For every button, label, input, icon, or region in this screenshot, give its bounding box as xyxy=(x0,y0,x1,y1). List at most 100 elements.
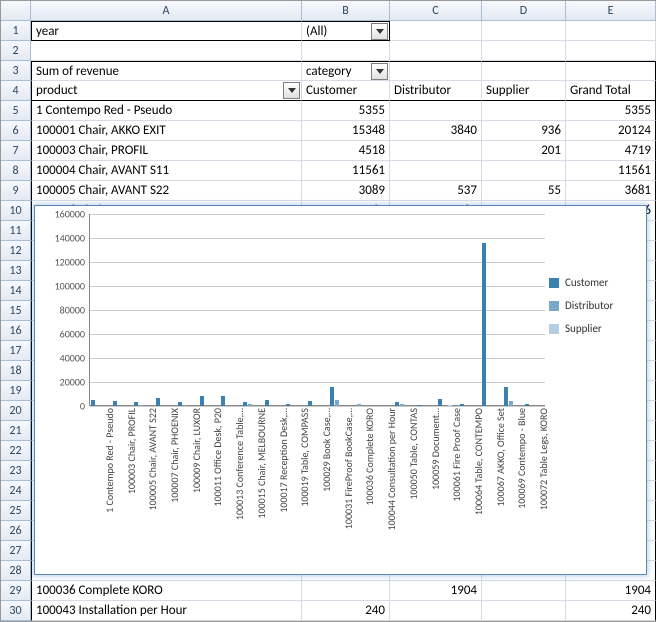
row-header[interactable]: 10 xyxy=(1,201,31,221)
bar-customer xyxy=(265,400,269,406)
col-header[interactable]: E xyxy=(566,1,656,21)
grandtotal-cell: 11561 xyxy=(566,161,656,181)
x-category: 1 Contempo Red - Pseudo xyxy=(103,408,116,568)
bar-customer xyxy=(134,402,138,406)
row-field-dropdown[interactable] xyxy=(283,82,300,99)
cell xyxy=(566,41,656,61)
row-header[interactable]: 1 xyxy=(1,21,31,41)
x-category: 100005 Chair, AVANT S22 xyxy=(146,408,159,568)
value-cell: 537 xyxy=(390,181,482,201)
row-header[interactable]: 16 xyxy=(1,321,31,341)
cell xyxy=(482,21,566,41)
product-cell: 100005 Chair, AVANT S22 xyxy=(31,181,302,201)
grandtotal-cell: 240 xyxy=(566,601,656,621)
row-header[interactable]: 25 xyxy=(1,501,31,521)
row-header[interactable]: 9 xyxy=(1,181,31,201)
x-category: 100061 Fire Proof Case xyxy=(450,408,463,568)
row-header[interactable]: 2 xyxy=(1,41,31,61)
value-cell: 5355 xyxy=(302,101,390,121)
x-category: 100031 FireProof BookCase,… xyxy=(342,408,355,568)
value-cell: 3840 xyxy=(390,121,482,141)
row-header[interactable]: 18 xyxy=(1,361,31,381)
bar-supplier xyxy=(448,405,452,406)
value-cell xyxy=(390,101,482,121)
filter-value[interactable]: (All) xyxy=(302,21,390,41)
bar-distributor xyxy=(139,405,143,406)
row-header[interactable]: 11 xyxy=(1,221,31,241)
row-header[interactable]: 14 xyxy=(1,281,31,301)
bar-customer xyxy=(330,387,334,406)
value-cell xyxy=(482,601,566,621)
bar-distributor xyxy=(400,404,404,406)
row-header[interactable]: 3 xyxy=(1,61,31,81)
row-field[interactable]: product xyxy=(31,81,302,101)
cell xyxy=(482,41,566,61)
bar-customer xyxy=(91,400,95,406)
column-field[interactable]: category xyxy=(302,61,390,81)
x-category: 100059 Document… xyxy=(429,408,442,568)
row-header[interactable]: 21 xyxy=(1,421,31,441)
row-header[interactable]: 7 xyxy=(1,141,31,161)
bar-distributor xyxy=(248,404,252,406)
value-cell: 201 xyxy=(482,141,566,161)
row-header[interactable]: 22 xyxy=(1,441,31,461)
bar-distributor xyxy=(183,405,187,406)
select-all[interactable] xyxy=(1,1,31,21)
x-category: 100044 Consultation per Hour xyxy=(385,408,398,568)
row-header[interactable]: 6 xyxy=(1,121,31,141)
x-category: 100015 Chair, MELBOURNE xyxy=(255,408,268,568)
column-field-dropdown[interactable] xyxy=(371,63,388,80)
row-header[interactable]: 26 xyxy=(1,521,31,541)
grandtotal-cell: 5355 xyxy=(566,101,656,121)
row-header[interactable]: 20 xyxy=(1,401,31,421)
cell xyxy=(31,41,302,61)
bar-customer xyxy=(113,401,117,406)
value-cell xyxy=(482,581,566,601)
row-header[interactable]: 15 xyxy=(1,301,31,321)
bar-customer xyxy=(243,402,247,406)
row-header[interactable]: 19 xyxy=(1,381,31,401)
bar-distributor xyxy=(509,401,513,406)
cell xyxy=(482,61,566,81)
cell xyxy=(566,21,656,41)
row-header[interactable]: 5 xyxy=(1,101,31,121)
col-header[interactable]: C xyxy=(390,1,482,21)
x-category: 100007 Chair, PHOENIX xyxy=(168,408,181,568)
value-cell: 1904 xyxy=(390,581,482,601)
row-header[interactable]: 17 xyxy=(1,341,31,361)
product-cell: 100001 Chair, AKKO EXIT xyxy=(31,121,302,141)
value-cell: 4518 xyxy=(302,141,390,161)
col-distributor: Distributor xyxy=(390,81,482,101)
value-cell: 3089 xyxy=(302,181,390,201)
x-category: 100009 Chair, LUXOR xyxy=(190,408,203,568)
pivot-chart[interactable]: 0200004000060000800001000001200001400001… xyxy=(34,205,647,575)
cell xyxy=(390,61,482,81)
row-header[interactable]: 12 xyxy=(1,241,31,261)
row-header[interactable]: 24 xyxy=(1,481,31,501)
grandtotal-cell: 3681 xyxy=(566,181,656,201)
cell xyxy=(302,41,390,61)
row-header[interactable]: 23 xyxy=(1,461,31,481)
value-cell xyxy=(390,601,482,621)
col-header[interactable]: A xyxy=(31,1,302,21)
row-header[interactable]: 30 xyxy=(1,601,31,621)
col-header[interactable]: B xyxy=(302,1,390,21)
row-header[interactable]: 4 xyxy=(1,81,31,101)
bar-distributor xyxy=(357,404,361,406)
row-header[interactable]: 27 xyxy=(1,541,31,561)
row-header[interactable]: 8 xyxy=(1,161,31,181)
bar-customer xyxy=(178,402,182,406)
bar-customer xyxy=(308,401,312,406)
row-header[interactable]: 29 xyxy=(1,581,31,601)
col-grandtotal: Grand Total xyxy=(566,81,656,101)
value-cell xyxy=(482,101,566,121)
bar-customer xyxy=(395,402,399,406)
x-category: 100069 Contempo - Blue xyxy=(515,408,528,568)
x-category: 100011 Office Desk, P20 xyxy=(211,408,224,568)
value-cell: 240 xyxy=(302,601,390,621)
col-header[interactable]: D xyxy=(482,1,566,21)
row-header[interactable]: 13 xyxy=(1,261,31,281)
cell xyxy=(566,61,656,81)
row-header[interactable]: 28 xyxy=(1,561,31,581)
filter-dropdown[interactable] xyxy=(371,23,388,40)
